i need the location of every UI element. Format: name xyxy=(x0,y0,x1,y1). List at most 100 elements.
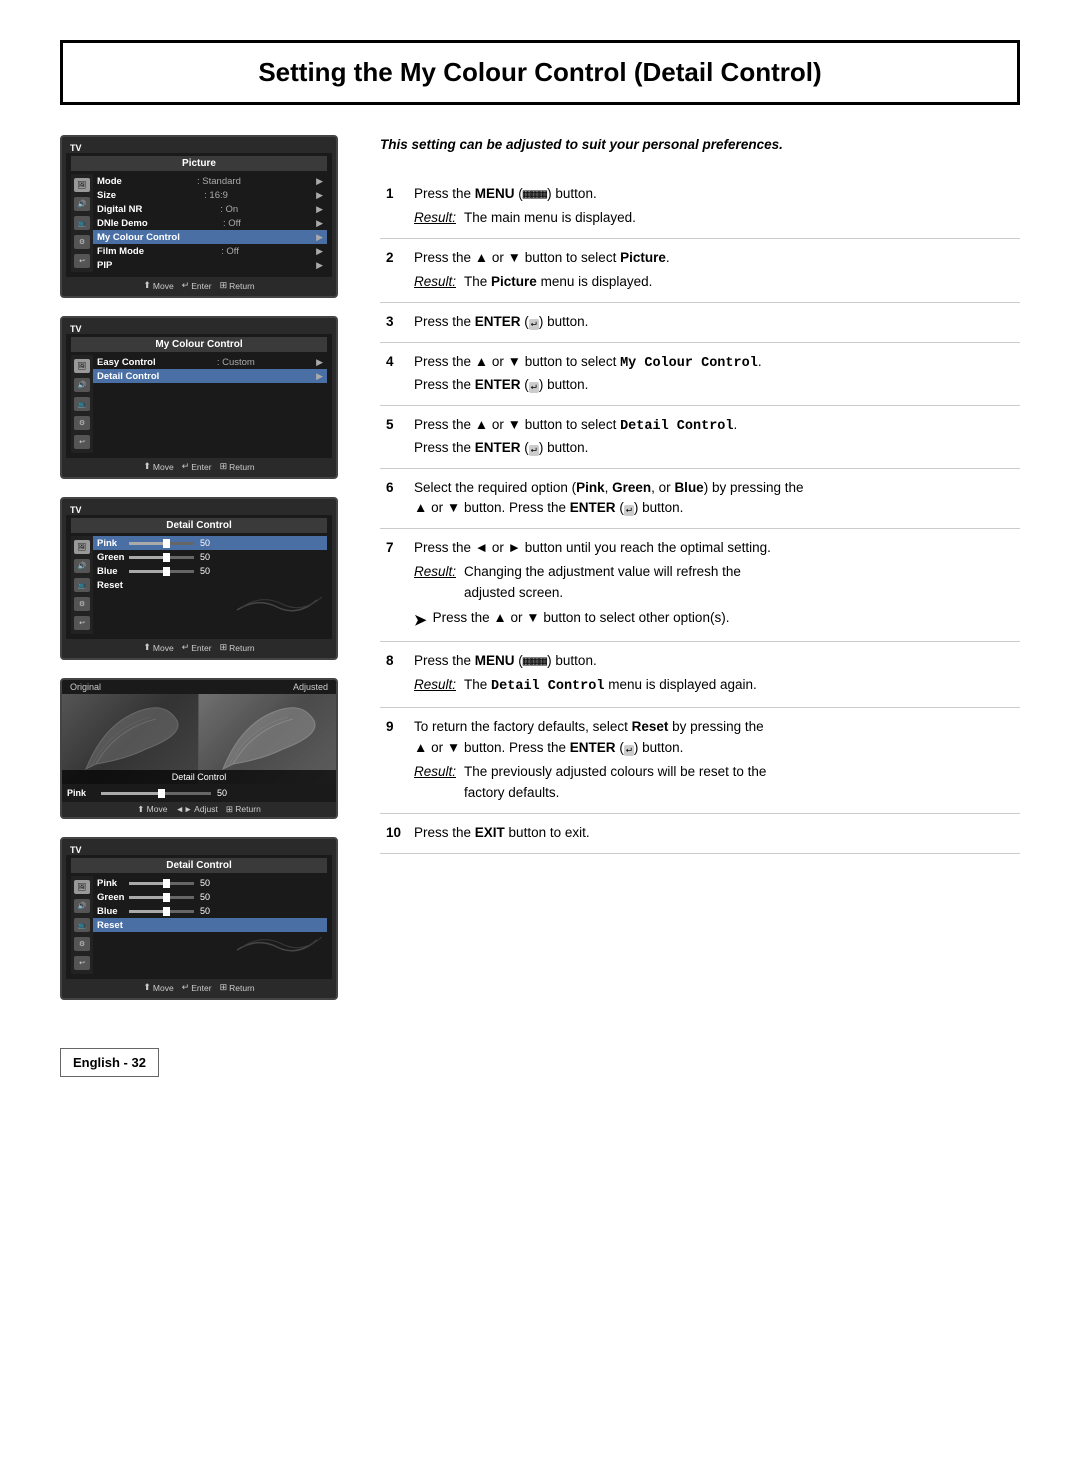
step-row-3: 3 Press the ENTER (↵) button. xyxy=(380,302,1020,342)
split-overlay-bar: Detail Control xyxy=(62,770,336,784)
tv-icons-col-5: 🖼 🔊 📺 ⚙ ↩ xyxy=(71,876,93,974)
step-row-1: 1 Press the MENU (▦▦▦) button. Result: T… xyxy=(380,175,1020,238)
tv-row-easy: Easy Control : Custom ▶ xyxy=(93,355,327,369)
step-content-9: To return the factory defaults, select R… xyxy=(408,708,1020,814)
page-title: Setting the My Colour Control (Detail Co… xyxy=(258,57,821,87)
tv-screen-2: TV My Colour Control 🖼 🔊 📺 ⚙ ↩ xyxy=(60,316,338,479)
step-row-7: 7 Press the ◄ or ► button until you reac… xyxy=(380,529,1020,642)
tv-icon-input: ↩ xyxy=(74,254,90,268)
tv-screen-3: TV Detail Control 🖼 🔊 📺 ⚙ ↩ xyxy=(60,497,338,660)
tv-icon-sound: 🔊 xyxy=(74,197,90,211)
result-label-7: Result: xyxy=(414,562,456,604)
step-content-10: Press the EXIT button to exit. xyxy=(408,813,1020,853)
tv-icon-3-picture: 🖼 xyxy=(74,540,90,554)
tv-icon-5-sound: 🔊 xyxy=(74,899,90,913)
step-row-8: 8 Press the MENU (▦▦▦) button. Result: T… xyxy=(380,642,1020,708)
tv-row-pink: Pink 50 xyxy=(93,536,327,550)
tv-row-pip: PIP ▶ xyxy=(93,258,327,272)
result-text-2: The Picture menu is displayed. xyxy=(464,272,652,293)
tv-row-dnr: Digital NR : On ▶ xyxy=(93,202,327,216)
tv-header-1: Picture xyxy=(71,156,327,171)
right-column: This setting can be adjusted to suit you… xyxy=(380,135,1020,1433)
tv-icon-5-input: ↩ xyxy=(74,956,90,970)
tv-footer-5: ⬆ Move ↵ Enter ⊞ Return xyxy=(66,979,332,994)
tv-icons-col-1: 🖼 🔊 📺 ⚙ ↩ xyxy=(71,174,93,272)
tv-label-3: TV xyxy=(66,503,332,515)
tv-icon-3-setup: ⚙ xyxy=(74,597,90,611)
tv-row-detail: Detail Control ▶ xyxy=(93,369,327,383)
step-num-4: 4 xyxy=(380,342,408,405)
tv-row-reset-5: Reset xyxy=(93,918,327,932)
tv-icon-2-setup: ⚙ xyxy=(74,416,90,430)
tv-label-5: TV xyxy=(66,843,332,855)
step-row-4: 4 Press the ▲ or ▼ button to select My C… xyxy=(380,342,1020,405)
tv-row-mode: Mode : Standard ▶ xyxy=(93,174,327,188)
split-label-original: Original xyxy=(70,682,101,692)
split-pink-row: Pink 50 xyxy=(67,787,331,799)
tv-icon-5-channel: 📺 xyxy=(74,918,90,932)
step-note-7: ➤ Press the ▲ or ▼ button to select othe… xyxy=(414,608,1014,632)
tv-footer-2: ⬆ Move ↵ Enter ⊞ Return xyxy=(66,458,332,473)
tv-header-5: Detail Control xyxy=(71,858,327,873)
footer-page: English - 32 xyxy=(60,1048,159,1077)
result-label-2: Result: xyxy=(414,272,456,293)
step-num-2: 2 xyxy=(380,239,408,303)
step-num-7: 7 xyxy=(380,529,408,642)
tv-icon-setup: ⚙ xyxy=(74,235,90,249)
tv-icon-3-sound: 🔊 xyxy=(74,559,90,573)
tv-screen-4-split: Original Adjusted xyxy=(60,678,338,819)
tv-icon-channel: 📺 xyxy=(74,216,90,230)
tv-row-dnie: DNIe Demo : Off ▶ xyxy=(93,216,327,230)
tv-icon-5-picture: 🖼 xyxy=(74,880,90,894)
tv-icon-2-input: ↩ xyxy=(74,435,90,449)
step-content-3: Press the ENTER (↵) button. xyxy=(408,302,1020,342)
step-row-9: 9 To return the factory defaults, select… xyxy=(380,708,1020,814)
step-content-6: Select the required option (Pink, Green,… xyxy=(408,468,1020,529)
tv-row-film: Film Mode : Off ▶ xyxy=(93,244,327,258)
tv-footer-1: ⬆ Move ↵ Enter ⊞ Return xyxy=(66,277,332,292)
step-content-4: Press the ▲ or ▼ button to select My Col… xyxy=(408,342,1020,405)
step-content-1: Press the MENU (▦▦▦) button. Result: The… xyxy=(408,175,1020,238)
main-content: TV Picture 🖼 🔊 📺 ⚙ ↩ Mode xyxy=(60,135,1020,1433)
steps-table: 1 Press the MENU (▦▦▦) button. Result: T… xyxy=(380,175,1020,854)
split-label-adjusted: Adjusted xyxy=(293,682,328,692)
step-num-5: 5 xyxy=(380,405,408,468)
step-row-10: 10 Press the EXIT button to exit. xyxy=(380,813,1020,853)
page: Setting the My Colour Control (Detail Co… xyxy=(0,0,1080,1473)
split-label-bar: Original Adjusted xyxy=(62,680,336,694)
tv-row-pink-5: Pink 50 xyxy=(93,876,327,890)
title-box: Setting the My Colour Control (Detail Co… xyxy=(60,40,1020,105)
step-num-9: 9 xyxy=(380,708,408,814)
tv-screen-1: TV Picture 🖼 🔊 📺 ⚙ ↩ Mode xyxy=(60,135,338,298)
tv-icon-2-channel: 📺 xyxy=(74,397,90,411)
tv-row-reset-3: Reset xyxy=(93,578,327,592)
tv-footer-3: ⬆ Move ↵ Enter ⊞ Return xyxy=(66,639,332,654)
split-footer: ⬆ Move ◄► Adjust ⊞ Return xyxy=(62,802,336,817)
step-num-1: 1 xyxy=(380,175,408,238)
tv-screen-5: TV Detail Control 🖼 🔊 📺 ⚙ ↩ xyxy=(60,837,338,1000)
split-footer-adjust: ◄► Adjust xyxy=(175,804,217,815)
step-content-8: Press the MENU (▦▦▦) button. Result: The… xyxy=(408,642,1020,708)
tv-icons-col-3: 🖼 🔊 📺 ⚙ ↩ xyxy=(71,536,93,634)
split-footer-move: ⬆ Move xyxy=(137,804,167,815)
tv-row-size: Size : 16:9 ▶ xyxy=(93,188,327,202)
step-content-7: Press the ◄ or ► button until you reach … xyxy=(408,529,1020,642)
intro-text: This setting can be adjusted to suit you… xyxy=(380,135,1020,155)
tv-icon-5-setup: ⚙ xyxy=(74,937,90,951)
tv-icon-2-picture: 🖼 xyxy=(74,359,90,373)
result-label-9: Result: xyxy=(414,762,456,804)
tv-icon-3-channel: 📺 xyxy=(74,578,90,592)
result-text-7: Changing the adjustment value will refre… xyxy=(464,562,741,604)
step-row-6: 6 Select the required option (Pink, Gree… xyxy=(380,468,1020,529)
step-content-5: Press the ▲ or ▼ button to select Detail… xyxy=(408,405,1020,468)
step-num-3: 3 xyxy=(380,302,408,342)
tv-row-green-5: Green 50 xyxy=(93,890,327,904)
tv-header-2: My Colour Control xyxy=(71,337,327,352)
result-text-1: The main menu is displayed. xyxy=(464,208,636,229)
tv-icon-2-sound: 🔊 xyxy=(74,378,90,392)
tv-label-1: TV xyxy=(66,141,332,153)
split-image-area: Detail Control xyxy=(62,694,336,784)
result-text-9: The previously adjusted colours will be … xyxy=(464,762,766,804)
tv-icons-col-2: 🖼 🔊 📺 ⚙ ↩ xyxy=(71,355,93,453)
tv-row-green: Green 50 xyxy=(93,550,327,564)
